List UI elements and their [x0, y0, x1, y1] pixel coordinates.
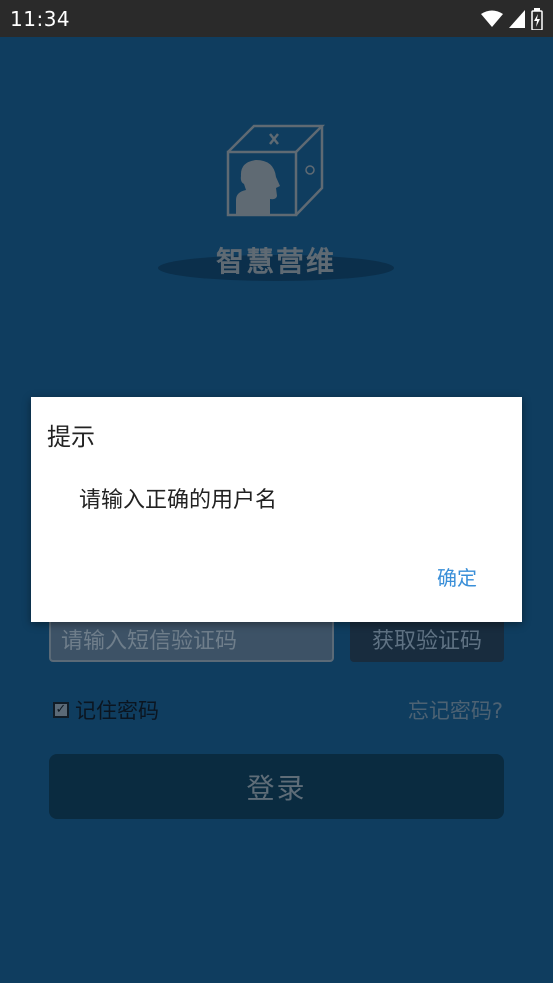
- app-logo: 智慧营维: [158, 122, 394, 282]
- signal-icon: [509, 9, 525, 28]
- wifi-icon: [481, 10, 503, 27]
- remember-password-toggle[interactable]: ✓ 记住密码: [53, 697, 159, 723]
- dialog-message: 请输入正确的用户名: [79, 488, 278, 513]
- status-icons: [481, 7, 543, 30]
- battery-charging-icon: [531, 7, 543, 30]
- remember-password-checkbox[interactable]: ✓: [53, 702, 69, 718]
- status-time: 11:34: [10, 6, 71, 31]
- sms-code-input[interactable]: 请输入短信验证码: [49, 615, 334, 662]
- dialog-title: 提示: [47, 423, 95, 451]
- get-code-button[interactable]: 获取验证码: [350, 615, 504, 662]
- alert-dialog: 提示 请输入正确的用户名 确定: [31, 397, 522, 622]
- status-bar: 11:34: [0, 0, 553, 37]
- remember-password-label: 记住密码: [75, 699, 159, 723]
- dialog-ok-button[interactable]: 确定: [437, 562, 477, 591]
- forgot-password-link[interactable]: 忘记密码?: [408, 695, 503, 725]
- cube-head-icon: [226, 124, 326, 217]
- login-button[interactable]: 登录: [49, 754, 504, 819]
- app-title: 智慧营维: [215, 245, 336, 278]
